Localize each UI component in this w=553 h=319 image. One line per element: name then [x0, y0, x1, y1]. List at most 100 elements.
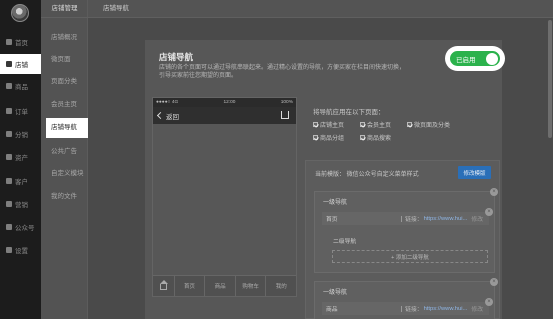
template-panel: 当前模版： 微信公众号自定义菜单样式 修改模版 一级导航 × 首页 链接： ht…: [305, 160, 500, 319]
enable-toggle[interactable]: 已启用: [448, 49, 502, 68]
order-icon: [6, 108, 12, 114]
description-line: 店铺的各个页面可以通过导航串联起来。通过精心设置的导航，方便买家在栏目间快速切换…: [159, 65, 406, 71]
page-title: 店铺导航: [159, 52, 194, 62]
nav-group-title: 一级导航: [323, 200, 348, 206]
sub-nav-title: 二级导航: [333, 239, 357, 245]
signal-text: ●●●●○ 4G: [156, 100, 179, 105]
sidebar-item-label: 客户: [15, 179, 28, 186]
change-template-button[interactable]: 修改模版: [458, 166, 491, 179]
nav-group-title: 一级导航: [323, 290, 348, 296]
sub-item-shop-overview[interactable]: 店铺概况: [41, 28, 88, 48]
asset-icon: [6, 154, 12, 160]
sidebar-item-official-account[interactable]: 公众号: [0, 217, 41, 237]
primary-sidebar: 首页 店铺 商品 订单 分销 资产 客户 营销 公众号 设置: [0, 0, 41, 319]
edit-link[interactable]: 修改: [471, 304, 483, 313]
close-icon[interactable]: ×: [490, 188, 498, 196]
nav-item-row: 商品 链接： https://www.hui... 修改 ×: [322, 298, 493, 315]
top-bar: 店铺导航: [88, 0, 553, 18]
description-line: 引导买家前往您期望的页面。: [159, 73, 238, 79]
battery-text: 100%: [280, 100, 293, 105]
goods-icon: [6, 83, 12, 89]
sidebar-item-assets[interactable]: 资产: [0, 147, 41, 167]
share-icon: [281, 111, 289, 119]
edit-link[interactable]: 修改: [471, 214, 483, 223]
sidebar-item-distribution[interactable]: 分销: [0, 124, 41, 144]
sub-item-page-category[interactable]: 页面分类: [41, 72, 88, 92]
phone-tab: 购物车: [236, 276, 267, 296]
checkbox-label: 店铺主页: [320, 123, 345, 129]
divider: [401, 305, 403, 312]
sidebar-item-label: 分销: [15, 132, 28, 139]
checkbox-icon: [360, 135, 365, 140]
current-template-label: 当前模版： 微信公众号自定义菜单样式: [315, 172, 419, 178]
customer-icon: [6, 178, 12, 184]
breadcrumb: 店铺导航: [103, 5, 129, 12]
sidebar-item-customers[interactable]: 客户: [0, 171, 41, 191]
page-scrollbar[interactable]: [548, 20, 552, 138]
sub-item-micro-page[interactable]: 微页面: [41, 50, 88, 70]
time-text: 12:00: [223, 100, 236, 105]
phone-tab-bar: 首页 商品 购物车 我的: [153, 275, 296, 296]
link-label: 链接：: [405, 307, 423, 313]
checkbox-icon: [313, 122, 318, 127]
nav-group-1: 一级导航 × 首页 链接： https://www.hui... 修改 × 二级…: [314, 188, 498, 273]
sidebar-item-home[interactable]: 首页: [0, 32, 41, 52]
add-sub-nav-button[interactable]: + 添加二级导航: [332, 250, 488, 263]
sub-item-public-ads[interactable]: 公共广告: [41, 142, 88, 162]
sub-item-my-files[interactable]: 我的文件: [41, 187, 88, 207]
nav-group-2: 一级导航 × 商品 链接： https://www.hui... 修改 ×: [314, 278, 498, 319]
sidebar-item-orders[interactable]: 订单: [0, 101, 41, 121]
secondary-sidebar: 店铺管理 店铺概况 微页面 页面分类 会员主页 店铺导航 公共广告 自定义模块 …: [41, 0, 88, 319]
sidebar-item-label: 设置: [15, 248, 28, 255]
sub-item-member-home[interactable]: 会员主页: [41, 95, 88, 115]
sidebar-item-goods[interactable]: 商品: [0, 76, 41, 96]
link-url[interactable]: https://www.hui...: [424, 306, 468, 312]
phone-nav-bar: 返回: [153, 107, 296, 124]
link-url[interactable]: https://www.hui...: [424, 216, 468, 222]
sidebar-item-settings[interactable]: 设置: [0, 240, 41, 260]
phone-content-area: [153, 124, 296, 277]
sidebar-item-label: 营销: [15, 202, 28, 209]
avatar[interactable]: [11, 4, 29, 22]
checkbox-label: 微页面及分类: [414, 123, 451, 129]
checkbox-shop-home[interactable]: 店铺主页: [313, 120, 344, 129]
sidebar-item-label: 首页: [15, 40, 28, 47]
home-icon: [159, 280, 168, 290]
phone-tab: 我的: [275, 284, 287, 290]
sidebar-item-label: 订单: [15, 109, 28, 116]
sidebar-item-label: 商品: [15, 84, 28, 91]
sidebar-item-label: 店铺: [15, 62, 28, 69]
sidebar-item-label: 资产: [15, 155, 28, 162]
phone-status-bar: ●●●●○ 4G 12:00 100%: [153, 98, 296, 107]
settings-icon: [6, 247, 12, 253]
home-icon: [6, 39, 12, 45]
checkbox-goods-group[interactable]: 商品分组: [313, 133, 344, 142]
checkbox-icon: [360, 122, 365, 127]
sidebar-item-label: 公众号: [15, 225, 35, 232]
phone-tab: 首页: [175, 276, 206, 296]
app-root: 首页 店铺 商品 订单 分销 资产 客户 营销 公众号 设置 店铺管理 店铺概况…: [0, 0, 553, 319]
official-account-icon: [6, 224, 12, 230]
toggle-knob: [486, 52, 498, 65]
sidebar-item-marketing[interactable]: 营销: [0, 194, 41, 214]
marketing-icon: [6, 201, 12, 207]
phone-preview: ●●●●○ 4G 12:00 100% 返回 首页 商品 购物车 我的: [152, 97, 297, 297]
nav-item-name: 首页: [326, 217, 338, 223]
checkbox-member-home[interactable]: 会员主页: [360, 120, 391, 129]
distribution-icon: [6, 131, 12, 137]
back-label: 返回: [166, 113, 179, 121]
close-icon[interactable]: ×: [490, 278, 498, 286]
apply-pages-title: 将导航应用在以下页面：: [313, 109, 385, 116]
shop-icon: [6, 61, 12, 67]
checkbox-micro-page[interactable]: 微页面及分类: [407, 120, 450, 129]
close-icon[interactable]: ×: [485, 208, 493, 216]
checkbox-icon: [313, 135, 318, 140]
secondary-sidebar-title: 店铺管理: [41, 0, 88, 18]
sidebar-item-shop[interactable]: 店铺: [0, 54, 41, 74]
sub-item-custom-module[interactable]: 自定义模块: [41, 164, 88, 184]
checkbox-icon: [407, 122, 412, 127]
sub-item-shop-navigation[interactable]: 店铺导航: [46, 118, 88, 138]
close-icon[interactable]: ×: [485, 298, 493, 306]
checkbox-goods-search[interactable]: 商品搜索: [360, 133, 391, 142]
chevron-left-icon: [156, 111, 165, 120]
